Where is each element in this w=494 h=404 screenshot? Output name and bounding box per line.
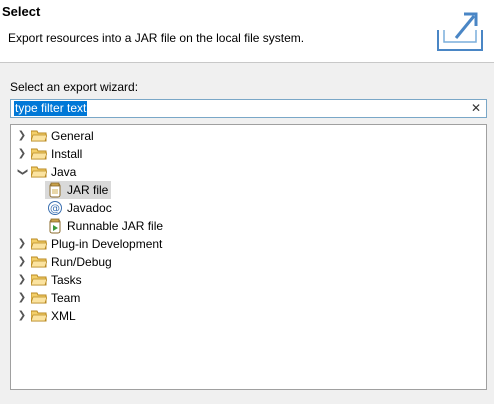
folder-icon: [31, 274, 47, 286]
folder-icon: [31, 292, 47, 304]
folder-open-icon: [31, 166, 47, 178]
chevron-right-icon[interactable]: ❯: [17, 289, 27, 307]
folder-icon: [31, 130, 47, 142]
wizard-tree[interactable]: ❯ General ❯ Install ❯ Java JAR file @ Ja…: [10, 124, 487, 390]
tree-item-label: Tasks: [51, 273, 82, 287]
tree-item-plug-in-development[interactable]: ❯ Plug-in Development: [15, 235, 475, 253]
tree-item-label: XML: [51, 309, 76, 323]
chevron-right-icon[interactable]: ❯: [17, 307, 27, 325]
tree-item-label: Team: [51, 291, 81, 305]
filter-input[interactable]: type filter text ✕: [10, 99, 487, 118]
folder-icon: [31, 238, 47, 250]
folder-icon: [31, 148, 47, 160]
header-separator: [0, 62, 494, 63]
svg-text:@: @: [50, 204, 60, 215]
jar-icon: [49, 182, 61, 198]
wizard-label: Select an export wizard:: [10, 80, 139, 94]
tree-item-general[interactable]: ❯ General: [15, 127, 475, 145]
folder-icon: [31, 256, 47, 268]
page-description: Export resources into a JAR file on the …: [8, 31, 305, 45]
tree-item-label: Java: [51, 165, 77, 179]
tree-item-jar-file[interactable]: JAR file: [15, 181, 475, 199]
chevron-right-icon[interactable]: ❯: [17, 253, 27, 271]
tree-item-team[interactable]: ❯ Team: [15, 289, 475, 307]
tree-item-label: Run/Debug: [51, 255, 112, 269]
tree-item-run-debug[interactable]: ❯ Run/Debug: [15, 253, 475, 271]
tree-item-label: Runnable JAR file: [67, 219, 164, 233]
chevron-right-icon[interactable]: ❯: [17, 145, 27, 163]
chevron-right-icon[interactable]: ❯: [17, 127, 27, 145]
tree-item-install[interactable]: ❯ Install: [15, 145, 475, 163]
folder-icon: [31, 310, 47, 322]
chevron-right-icon[interactable]: ❯: [17, 235, 27, 253]
tree-item-java[interactable]: ❯ Java: [15, 163, 475, 181]
export-icon: [437, 12, 483, 51]
tree-item-label: Plug-in Development: [51, 237, 163, 251]
header-banner: Select Export resources into a JAR file …: [0, 0, 494, 62]
tree-item-tasks[interactable]: ❯ Tasks: [15, 271, 475, 289]
tree-item-label: Javadoc: [67, 201, 112, 215]
tree-item-javadoc[interactable]: @ Javadoc: [15, 199, 475, 217]
tree-item-xml[interactable]: ❯ XML: [15, 307, 475, 325]
clear-icon[interactable]: ✕: [469, 101, 483, 115]
tree-item-runnable-jar-file[interactable]: Runnable JAR file: [15, 217, 475, 235]
page-title: Select: [2, 4, 41, 19]
tree-item-label: Install: [51, 147, 83, 161]
tree-item-label: JAR file: [67, 183, 109, 197]
chevron-down-icon[interactable]: ❯: [13, 167, 31, 177]
javadoc-icon: @: [48, 201, 62, 215]
runnable-jar-icon: [49, 218, 61, 234]
chevron-right-icon[interactable]: ❯: [17, 271, 27, 289]
filter-text[interactable]: type filter text: [14, 101, 88, 116]
tree-item-label: General: [51, 129, 94, 143]
